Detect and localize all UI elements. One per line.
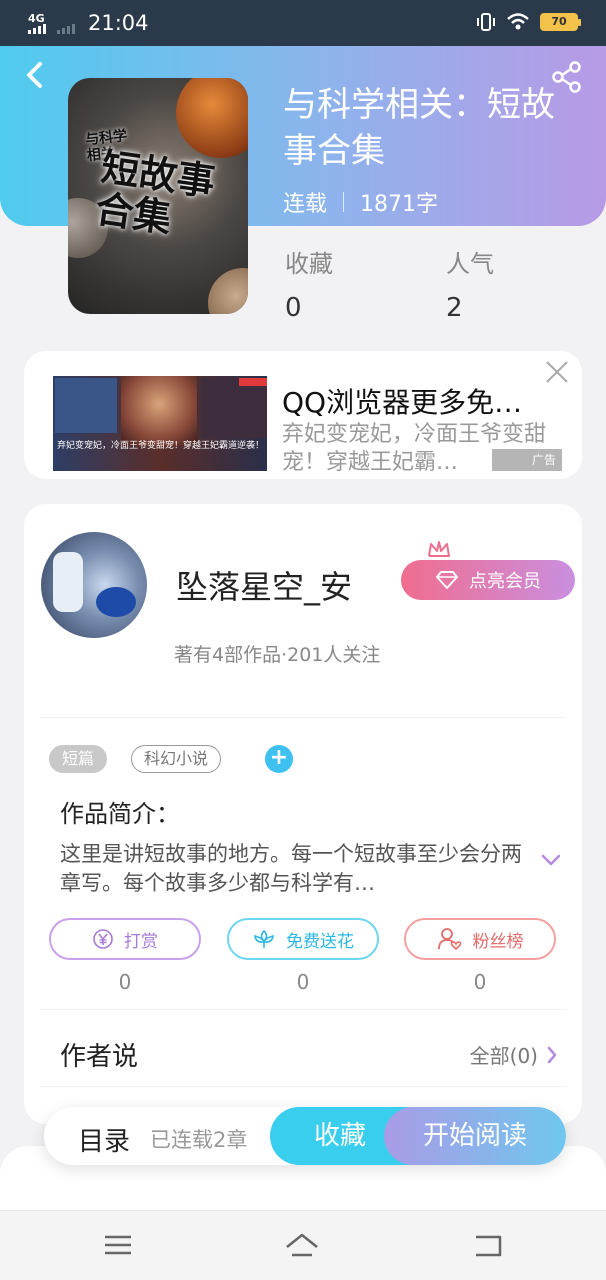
battery-icon: 70 bbox=[540, 13, 581, 31]
favorites-value: 0 bbox=[285, 293, 302, 323]
add-tag-button[interactable]: + bbox=[265, 745, 293, 773]
menu-icon[interactable] bbox=[100, 1229, 136, 1261]
popularity-value: 2 bbox=[446, 293, 463, 323]
intro-text[interactable]: 这里是讲短故事的地方。每一个短故事至少会分两章写。每个故事多少都与科学有… bbox=[60, 840, 530, 898]
favorites-stat: 收藏 0 bbox=[285, 244, 333, 323]
author-says-all-label: 全部(0) bbox=[469, 1044, 538, 1068]
cover-planet-art bbox=[176, 78, 248, 158]
diamond-icon bbox=[436, 571, 458, 589]
divider bbox=[40, 1086, 566, 1087]
fan-count: 0 bbox=[473, 970, 487, 994]
back-nav-icon[interactable] bbox=[470, 1229, 506, 1261]
close-icon[interactable] bbox=[544, 359, 570, 385]
ad-image-panel bbox=[201, 378, 267, 438]
vibrate-icon bbox=[477, 13, 495, 31]
author-name[interactable]: 坠落星空_安 bbox=[176, 562, 352, 608]
ad-image-panel bbox=[121, 376, 197, 446]
flower-count: 0 bbox=[296, 970, 310, 994]
cover-title: 短故事合集 bbox=[92, 143, 218, 241]
bottom-action-bar: 目录 已连载2章 收藏 开始阅读 bbox=[44, 1107, 566, 1165]
clock: 21:04 bbox=[88, 11, 149, 35]
popularity-stat: 人气 2 bbox=[446, 244, 494, 323]
divider bbox=[40, 717, 566, 718]
meta-divider bbox=[343, 192, 345, 212]
avatar[interactable] bbox=[41, 532, 147, 638]
fan-ranking-icon bbox=[437, 928, 461, 951]
favorites-label: 收藏 bbox=[285, 250, 333, 278]
author-says-heading: 作者说 bbox=[60, 1042, 139, 1072]
ad-image[interactable]: 弃妃变宠妃，冷面王爷变甜宠！穿越王妃霸道逆袭！ bbox=[53, 376, 267, 471]
home-icon[interactable] bbox=[284, 1229, 320, 1261]
reward-label: 打赏 bbox=[124, 931, 158, 952]
start-reading-button[interactable]: 开始阅读 bbox=[384, 1107, 566, 1165]
chevron-down-icon[interactable] bbox=[540, 852, 562, 868]
tag-scifi[interactable]: 科幻小说 bbox=[131, 745, 222, 773]
author-meta: 著有4部作品·201人关注 bbox=[174, 644, 381, 666]
status-icons: 70 bbox=[476, 12, 581, 32]
book-title: 与科学相关：短故事合集 bbox=[283, 85, 555, 171]
divider bbox=[40, 1009, 566, 1010]
send-flower-button[interactable]: 免费送花 bbox=[227, 918, 379, 960]
book-meta: 连载 1871字 bbox=[283, 186, 438, 218]
word-count: 1871字 bbox=[360, 192, 439, 217]
ad-image-caption: 弃妃变宠妃，冷面王爷变甜宠！穿越王妃霸道逆袭！ bbox=[57, 441, 265, 451]
popularity-label: 人气 bbox=[446, 250, 494, 278]
yuan-icon bbox=[93, 929, 113, 949]
book-cover[interactable]: 与科学相关 短故事合集 bbox=[68, 78, 248, 314]
chevron-right-icon bbox=[547, 1046, 557, 1063]
tag-short[interactable]: 短篇 bbox=[49, 745, 108, 773]
fan-ranking-label: 粉丝榜 bbox=[472, 931, 524, 952]
back-icon[interactable] bbox=[20, 58, 50, 92]
ad-banner[interactable]: 弃妃变宠妃，冷面王爷变甜宠！穿越王妃霸道逆袭！ QQ浏览器更多免… 弃妃变宠妃，… bbox=[24, 351, 582, 479]
ad-image-panel bbox=[55, 378, 117, 433]
toc-button[interactable]: 目录 bbox=[78, 1121, 130, 1158]
flower-icon bbox=[254, 929, 274, 948]
signal-icon bbox=[28, 24, 75, 34]
wifi-icon bbox=[507, 13, 529, 30]
vip-button-label: 点亮会员 bbox=[469, 571, 541, 592]
reward-button[interactable]: 打赏 bbox=[49, 918, 201, 960]
send-flower-label: 免费送花 bbox=[286, 931, 354, 952]
fan-ranking-button[interactable]: 粉丝榜 bbox=[404, 918, 556, 960]
reward-count: 0 bbox=[118, 970, 132, 994]
vip-button[interactable]: 点亮会员 bbox=[401, 560, 575, 600]
avatar-art bbox=[96, 587, 136, 617]
author-says-all-link[interactable]: 全部(0) bbox=[470, 1040, 558, 1069]
cover-planet-art bbox=[208, 268, 248, 314]
book-status: 连载 bbox=[283, 192, 328, 217]
crown-icon bbox=[428, 541, 450, 557]
chapter-count[interactable]: 已连载2章 bbox=[150, 1124, 247, 1154]
system-nav-bar bbox=[0, 1210, 606, 1280]
status-bar: 4G 21:04 70 bbox=[0, 0, 606, 46]
author-card: 坠落星空_安 点亮会员 著有4部作品·201人关注 短篇 科幻小说 + 作品简介… bbox=[24, 504, 582, 1124]
intro-heading: 作品简介： bbox=[60, 800, 180, 828]
ad-title[interactable]: QQ浏览器更多免… bbox=[282, 381, 562, 421]
ad-label: 广告 bbox=[492, 449, 562, 471]
avatar-art bbox=[53, 552, 83, 612]
